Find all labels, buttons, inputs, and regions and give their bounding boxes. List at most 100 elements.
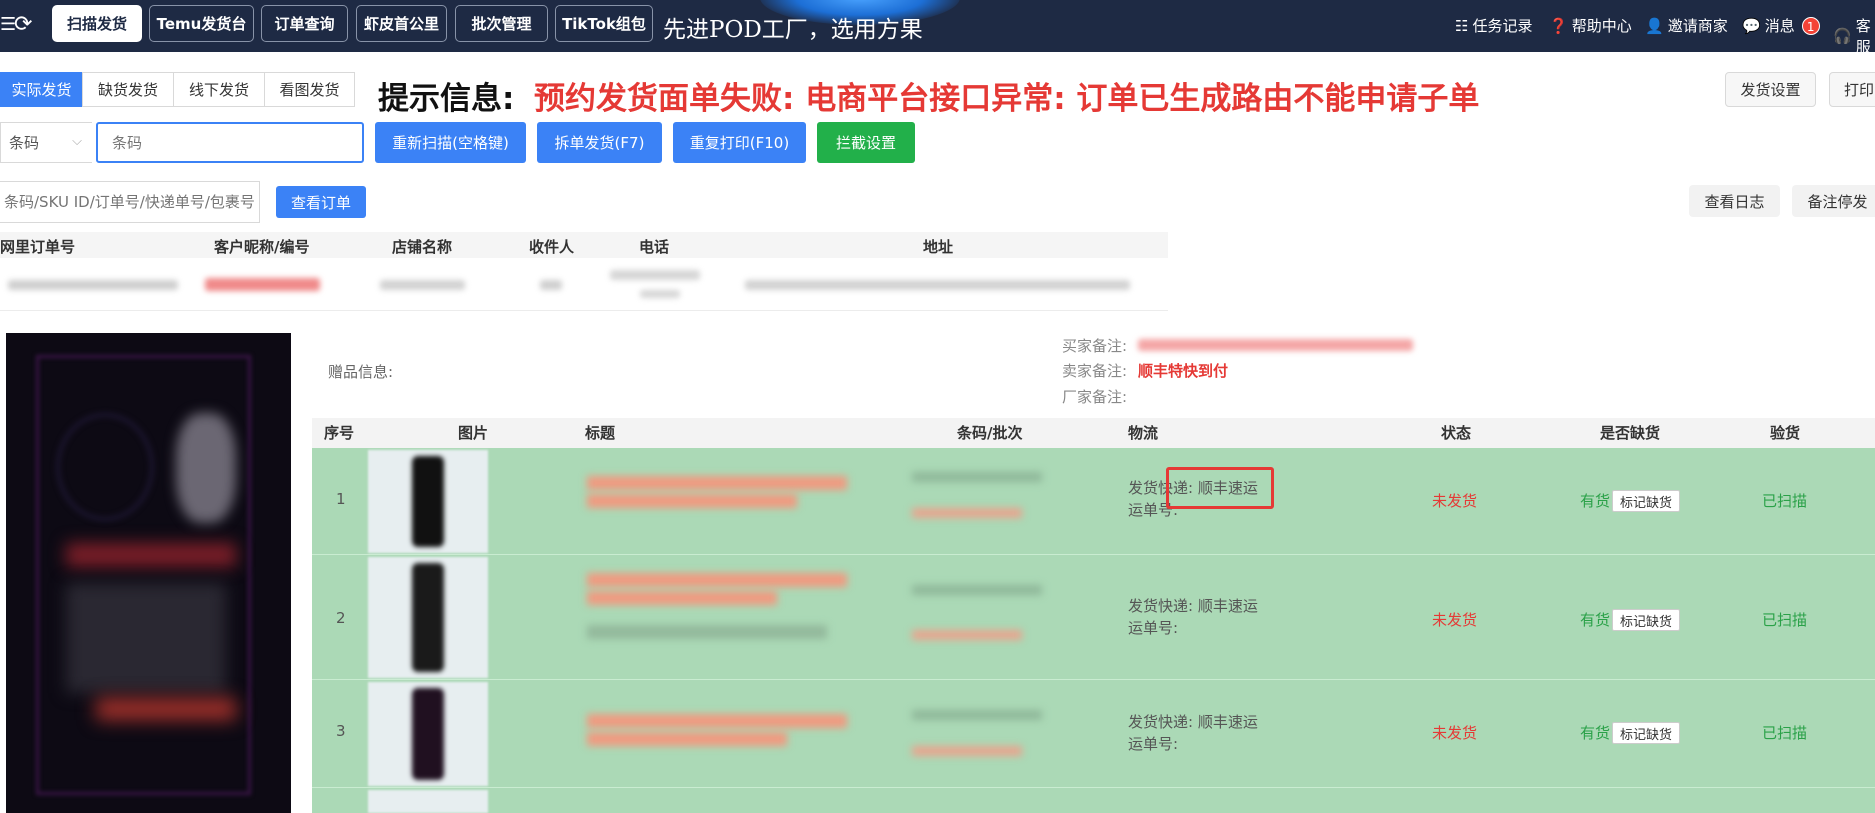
blurred-batch bbox=[912, 746, 1022, 756]
blurred-order-no bbox=[8, 280, 178, 290]
chevron-down-icon: ⌵ bbox=[72, 134, 82, 149]
col-inspect: 验货 bbox=[1770, 424, 1801, 442]
product-thumbnail[interactable] bbox=[368, 682, 488, 786]
invite-merchant-link[interactable]: 👤 邀请商家 bbox=[1645, 15, 1728, 36]
logistics-info: 发货快递: 顺丰速运 运单号: bbox=[1128, 713, 1258, 753]
logistics-info: 发货快递: 顺丰速运 运单号: bbox=[1128, 597, 1258, 637]
blurred-phone bbox=[610, 270, 700, 280]
view-log-button[interactable]: 查看日志 bbox=[1689, 185, 1780, 217]
nav-temu[interactable]: Temu发货台 bbox=[149, 5, 254, 42]
blurred-barcode bbox=[912, 472, 1042, 482]
col-barcode: 条码/批次 bbox=[957, 424, 1023, 442]
blurred-title bbox=[587, 476, 847, 490]
blurred-title bbox=[587, 714, 847, 728]
print-button[interactable]: 打印 bbox=[1829, 72, 1875, 107]
nav-batch[interactable]: 批次管理 bbox=[455, 5, 548, 42]
inspect-status: 已扫描 bbox=[1762, 611, 1808, 629]
messages-link[interactable]: 💬 消息 1 bbox=[1742, 15, 1820, 36]
nav-tiktok[interactable]: TikTok组包 bbox=[555, 5, 653, 42]
tab-offline-ship[interactable]: 线下发货 bbox=[173, 72, 265, 107]
col-phone: 电话 bbox=[639, 238, 670, 256]
blurred-title-3 bbox=[587, 625, 827, 639]
col-recipient: 收件人 bbox=[529, 238, 575, 256]
intercept-settings-button[interactable]: 拦截设置 bbox=[817, 122, 915, 163]
table-row[interactable] bbox=[312, 788, 1875, 813]
blurred-phone-2 bbox=[640, 290, 680, 298]
blurred-address bbox=[745, 280, 1130, 290]
factory-remark-label: 厂家备注: bbox=[1062, 388, 1128, 406]
mark-shortage-button[interactable]: 标记缺货 bbox=[1612, 722, 1680, 744]
product-thumbnail[interactable] bbox=[368, 450, 488, 553]
ship-settings-button[interactable]: 发货设置 bbox=[1725, 72, 1816, 107]
blurred-title-2 bbox=[587, 494, 797, 508]
col-status: 状态 bbox=[1441, 424, 1472, 442]
row-seq: 2 bbox=[336, 609, 346, 627]
mark-shortage-button[interactable]: 标记缺货 bbox=[1612, 609, 1680, 631]
nav-order-query[interactable]: 订单查询 bbox=[261, 5, 348, 42]
seller-remark-label: 卖家备注: bbox=[1062, 362, 1128, 380]
blurred-batch bbox=[912, 630, 1022, 640]
remark-stop-button[interactable]: 备注停发 bbox=[1792, 185, 1875, 217]
stock-status: 有货 bbox=[1580, 724, 1611, 742]
help-center-link[interactable]: ❓ 帮助中心 bbox=[1549, 15, 1632, 36]
gift-info-label: 赠品信息: bbox=[328, 363, 394, 381]
scan-type-select[interactable]: 条码 ⌵ bbox=[0, 122, 92, 163]
ship-status: 未发货 bbox=[1432, 724, 1478, 742]
notice-error-text: 预约发货面单失败: 电商平台接口异常: 订单已生成路由不能申请子单 bbox=[534, 81, 1480, 117]
stock-status: 有货 bbox=[1580, 611, 1611, 629]
view-order-button[interactable]: 查看订单 bbox=[276, 186, 366, 218]
inspect-status: 已扫描 bbox=[1762, 492, 1808, 510]
ship-status: 未发货 bbox=[1432, 611, 1478, 629]
blurred-shop bbox=[380, 280, 465, 290]
blurred-recipient bbox=[540, 280, 562, 290]
col-order-no: 网里订单号 bbox=[0, 238, 76, 256]
tab-actual-ship[interactable]: 实际发货 bbox=[0, 72, 83, 107]
courier-highlight-box bbox=[1166, 467, 1274, 509]
refresh-icon[interactable]: ⟳ bbox=[14, 12, 32, 37]
nav-scan-ship[interactable]: 扫描发货 bbox=[52, 5, 142, 42]
product-thumbnail[interactable] bbox=[368, 790, 488, 813]
col-shop: 店铺名称 bbox=[392, 238, 453, 256]
reprint-button[interactable]: 重复打印(F10) bbox=[673, 122, 806, 163]
mark-shortage-button[interactable]: 标记缺货 bbox=[1612, 490, 1680, 512]
product-preview-image bbox=[6, 333, 291, 813]
blurred-title bbox=[587, 573, 847, 587]
barcode-input[interactable] bbox=[96, 122, 364, 163]
blurred-barcode bbox=[912, 585, 1042, 595]
notice-label: 提示信息: bbox=[378, 81, 515, 117]
blurred-barcode bbox=[912, 710, 1042, 720]
product-thumbnail[interactable] bbox=[368, 557, 488, 678]
table-row[interactable]: 1 发货快递: 顺丰速运 运单号: 未发货 有货 标记缺货 已扫描 bbox=[312, 448, 1875, 555]
col-title: 标题 bbox=[585, 424, 616, 442]
table-row[interactable]: 3 发货快递: 顺丰速运 运单号: 未发货 有货 标记缺货 已扫描 bbox=[312, 680, 1875, 788]
col-customer: 客户昵称/编号 bbox=[214, 238, 310, 256]
order-row[interactable] bbox=[0, 260, 1168, 311]
tab-image-ship[interactable]: 看图发货 bbox=[264, 72, 355, 107]
blurred-title-2 bbox=[587, 732, 787, 746]
stock-status: 有货 bbox=[1580, 492, 1611, 510]
customer-service-link[interactable]: 🎧 客服 bbox=[1833, 15, 1875, 52]
nav-shopee[interactable]: 虾皮首公里 bbox=[356, 5, 447, 42]
tab-shortage-ship[interactable]: 缺货发货 bbox=[82, 72, 174, 107]
col-seq: 序号 bbox=[324, 424, 355, 442]
col-address: 地址 bbox=[923, 238, 954, 256]
order-search-input[interactable] bbox=[0, 181, 260, 223]
user-icon: 👤 bbox=[1645, 16, 1664, 35]
message-count-badge: 1 bbox=[1801, 16, 1820, 35]
ship-status: 未发货 bbox=[1432, 492, 1478, 510]
help-icon: ❓ bbox=[1549, 16, 1568, 35]
blurred-customer bbox=[205, 278, 320, 291]
row-seq: 3 bbox=[336, 722, 346, 740]
buyer-remark-label: 买家备注: bbox=[1062, 337, 1128, 355]
table-row[interactable]: 2 发货快递: 顺丰速运 运单号: 未发货 有货 标记缺货 已扫描 bbox=[312, 555, 1875, 680]
headset-icon: 🎧 bbox=[1833, 27, 1852, 45]
blurred-title-2 bbox=[587, 591, 777, 605]
seller-remark-value: 顺丰特快到付 bbox=[1138, 362, 1229, 380]
col-image: 图片 bbox=[458, 424, 489, 442]
col-logistics: 物流 bbox=[1128, 424, 1159, 442]
task-record-link[interactable]: ☷ 任务记录 bbox=[1455, 15, 1532, 36]
split-ship-button[interactable]: 拆单发货(F7) bbox=[537, 122, 662, 163]
list-icon: ☷ bbox=[1455, 16, 1469, 35]
order-table-header bbox=[0, 232, 1168, 258]
rescan-button[interactable]: 重新扫描(空格键) bbox=[375, 122, 526, 163]
